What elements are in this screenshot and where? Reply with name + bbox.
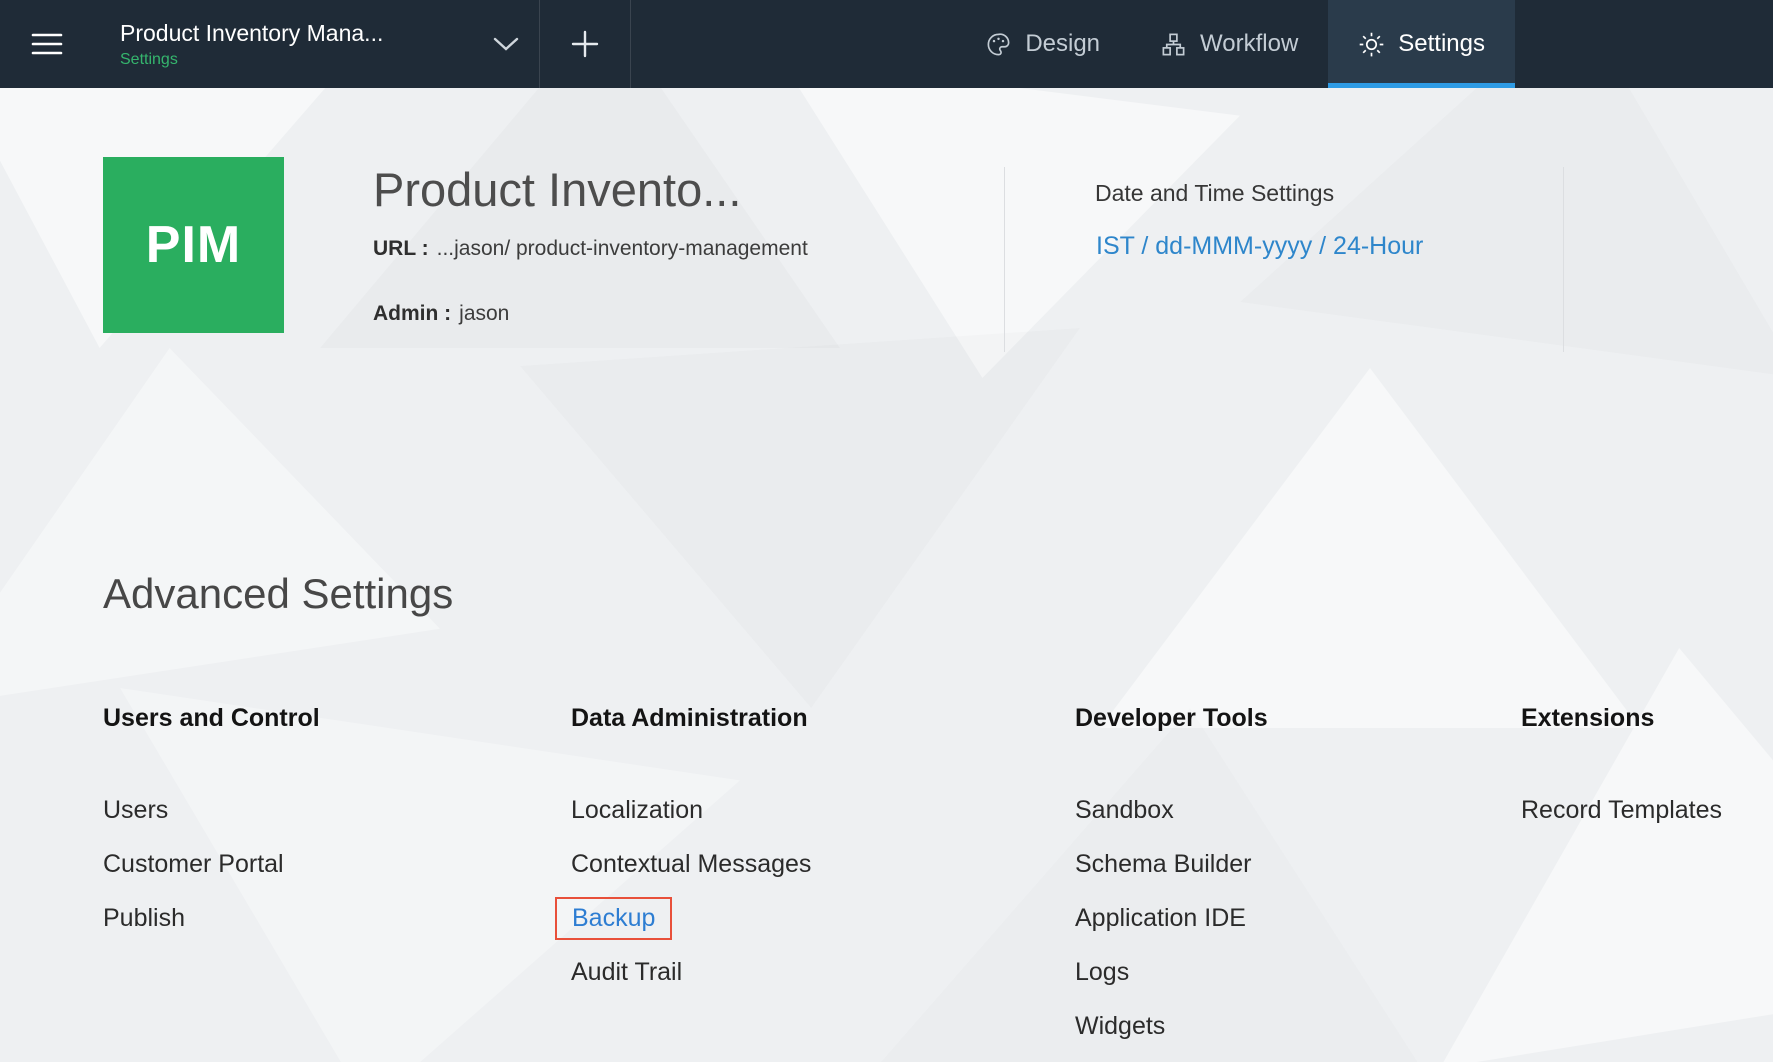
tab-settings[interactable]: Settings	[1328, 0, 1515, 88]
main-content: PIM Product Invento... URL : ...jason/ p…	[0, 88, 1773, 1062]
column-title: Developer Tools	[1075, 703, 1268, 733]
list-item: Backup	[571, 891, 811, 945]
column-title: Extensions	[1521, 703, 1722, 733]
link-audit-trail[interactable]: Audit Trail	[571, 945, 811, 999]
admin-value: jason	[459, 302, 509, 326]
topbar: Product Inventory Mana... Settings	[0, 0, 1773, 88]
column-developer-tools: Developer Tools Sandbox Schema Builder A…	[1075, 703, 1268, 1053]
app-subtitle: Settings	[120, 51, 493, 69]
link-localization[interactable]: Localization	[571, 783, 811, 837]
link-contextual-messages[interactable]: Contextual Messages	[571, 837, 811, 891]
tab-design[interactable]: Design	[955, 0, 1130, 88]
divider	[1563, 167, 1564, 352]
add-app-button[interactable]	[540, 0, 630, 88]
tab-workflow[interactable]: Workflow	[1130, 0, 1328, 88]
link-application-ide[interactable]: Application IDE	[1075, 891, 1268, 945]
link-customer-portal[interactable]: Customer Portal	[103, 837, 320, 891]
menu-button[interactable]	[0, 0, 94, 88]
app-switcher[interactable]: Product Inventory Mana... Settings	[94, 0, 539, 88]
column-data-administration: Data Administration Localization Context…	[571, 703, 811, 999]
app-logo: PIM	[103, 157, 284, 333]
admin-label: Admin :	[373, 302, 451, 326]
link-logs[interactable]: Logs	[1075, 945, 1268, 999]
backup-link[interactable]: Backup	[555, 897, 672, 940]
app-title-block: Product Inventory Mana... Settings	[120, 20, 493, 69]
link-schema-builder[interactable]: Schema Builder	[1075, 837, 1268, 891]
url-value: ...jason/ product-inventory-management	[437, 237, 808, 261]
link-record-templates[interactable]: Record Templates	[1521, 783, 1722, 837]
link-users[interactable]: Users	[103, 783, 320, 837]
app-url-row: URL : ...jason/ product-inventory-manage…	[373, 237, 808, 261]
link-publish[interactable]: Publish	[103, 891, 320, 945]
column-users-and-control: Users and Control Users Customer Portal …	[103, 703, 320, 945]
column-title: Users and Control	[103, 703, 320, 733]
workflow-icon	[1160, 31, 1187, 58]
plus-icon	[570, 29, 600, 59]
tab-label: Workflow	[1200, 30, 1298, 58]
datetime-settings-link[interactable]: IST / dd-MMM-yyyy / 24-Hour	[1096, 232, 1423, 261]
app-window: Product Inventory Mana... Settings	[0, 0, 1773, 1062]
app-name-heading: Product Invento...	[373, 162, 741, 217]
divider	[1004, 167, 1005, 352]
palette-icon	[985, 31, 1012, 58]
tab-label: Settings	[1398, 30, 1485, 58]
chevron-down-icon[interactable]	[493, 36, 519, 52]
advanced-settings-heading: Advanced Settings	[103, 570, 453, 618]
column-extensions: Extensions Record Templates	[1521, 703, 1722, 837]
hamburger-icon	[31, 32, 63, 56]
link-sandbox[interactable]: Sandbox	[1075, 783, 1268, 837]
column-title: Data Administration	[571, 703, 811, 733]
app-title: Product Inventory Mana...	[120, 20, 450, 47]
tab-label: Design	[1025, 30, 1100, 58]
datetime-settings-heading: Date and Time Settings	[1095, 180, 1334, 207]
app-admin-row: Admin : jason	[373, 302, 509, 326]
url-label: URL :	[373, 237, 429, 261]
gear-icon	[1358, 31, 1385, 58]
link-widgets[interactable]: Widgets	[1075, 999, 1268, 1053]
topbar-tabs: Design Workflow	[955, 0, 1515, 88]
divider	[630, 0, 631, 88]
